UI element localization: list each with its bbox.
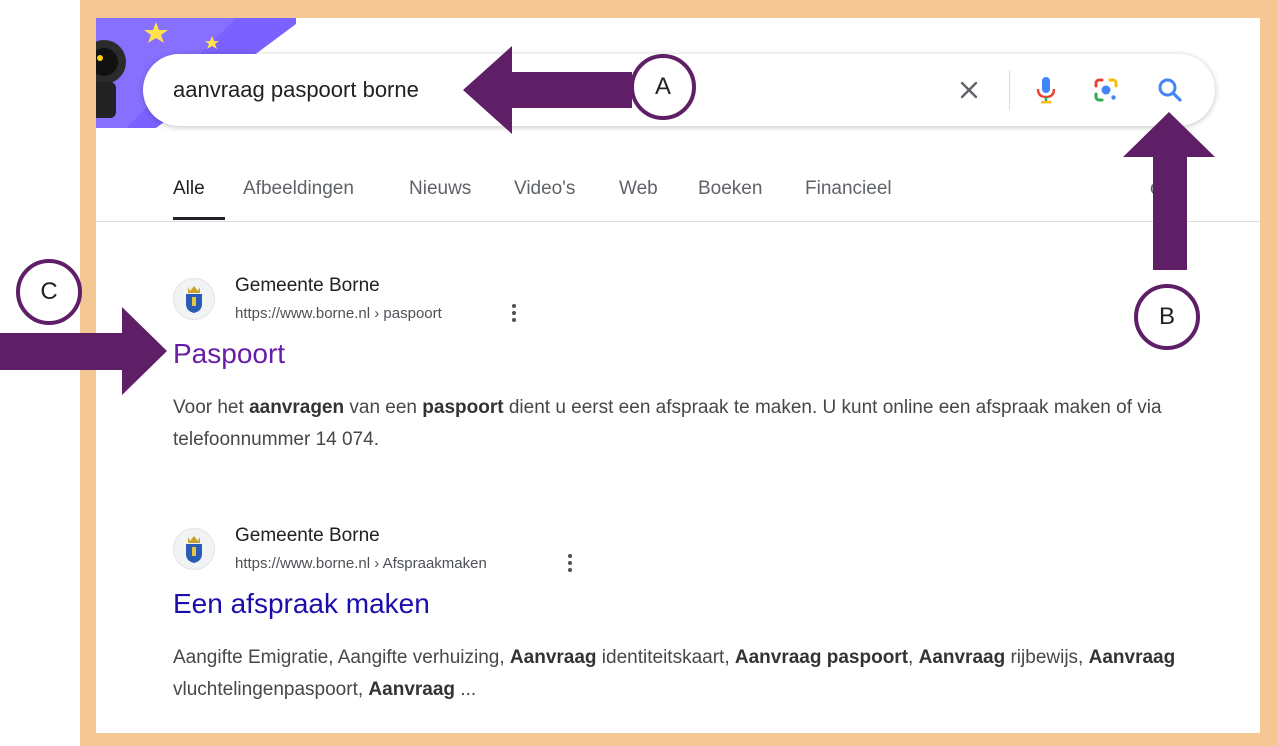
annotation-arrows xyxy=(0,46,1215,395)
annotation-arrow-c xyxy=(0,307,167,395)
annotation-label-b: B xyxy=(1134,284,1200,350)
annotation-arrow-a xyxy=(463,46,632,134)
annotation-arrow-b xyxy=(1123,112,1215,270)
annotation-label-c: C xyxy=(16,259,82,325)
annotation-label-a: A xyxy=(630,54,696,120)
